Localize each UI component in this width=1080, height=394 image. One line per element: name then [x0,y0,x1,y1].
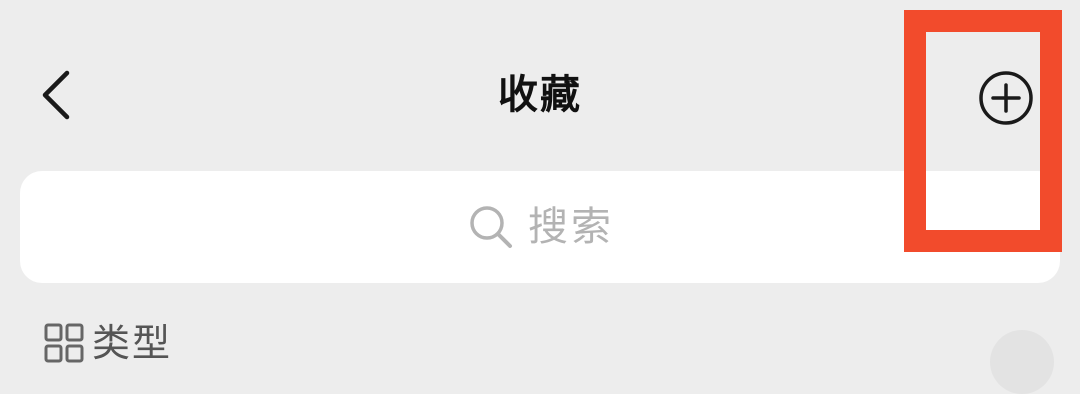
category-filter[interactable]: 类型 [44,320,172,366]
partial-item-shape [990,330,1054,394]
search-placeholder: 搜索 [528,204,614,250]
category-label: 类型 [92,321,173,365]
grid-icon [44,323,84,363]
search-icon [466,202,516,252]
highlight-annotation-box [904,10,1062,252]
